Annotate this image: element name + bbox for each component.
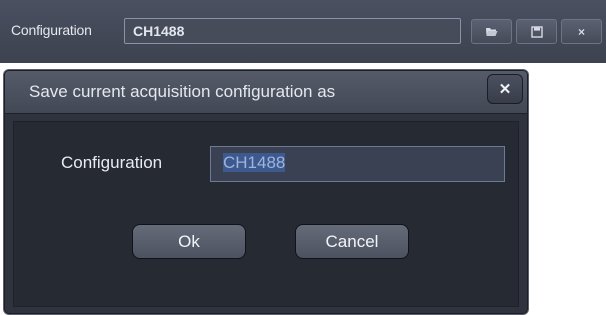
delete-button[interactable]: × <box>561 19 602 44</box>
configuration-name-input[interactable]: CH1488 <box>210 146 505 182</box>
configuration-field-label: Configuration <box>61 153 163 172</box>
configuration-toolbar: Configuration CH1488 × <box>0 0 606 63</box>
configuration-label: Configuration <box>11 22 92 38</box>
dialog-titlebar[interactable]: Save current acquisition configuration a… <box>5 71 527 114</box>
cancel-button[interactable]: Cancel <box>295 224 409 259</box>
cancel-button-label: Cancel <box>325 231 379 251</box>
save-button[interactable] <box>516 19 557 44</box>
configuration-input[interactable]: CH1488 <box>124 18 461 44</box>
dialog-title: Save current acquisition configuration a… <box>29 82 336 101</box>
close-icon: ✕ <box>498 81 512 98</box>
folder-open-icon <box>485 26 498 37</box>
configuration-name-value: CH1488 <box>223 153 286 172</box>
dialog-close-button[interactable]: ✕ <box>487 74 523 104</box>
save-configuration-dialog: Save current acquisition configuration a… <box>4 70 528 314</box>
dialog-body: Configuration CH1488 Ok Cancel <box>13 121 519 307</box>
ok-button[interactable]: Ok <box>132 224 246 259</box>
ok-button-label: Ok <box>178 231 200 251</box>
floppy-disk-icon <box>530 25 543 38</box>
close-icon: × <box>577 24 585 39</box>
open-folder-button[interactable] <box>471 19 512 44</box>
